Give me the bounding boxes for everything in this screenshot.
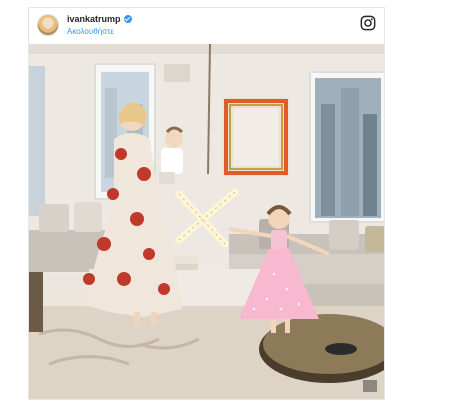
avatar[interactable] bbox=[37, 14, 59, 36]
username-row: ivankatrump bbox=[67, 14, 132, 24]
username-link[interactable]: ivankatrump bbox=[67, 14, 121, 24]
post-header: ivankatrump Ακολουθήστε bbox=[29, 8, 384, 44]
verified-badge-icon bbox=[123, 15, 132, 23]
instagram-icon[interactable] bbox=[360, 15, 376, 31]
photo-scene bbox=[29, 44, 384, 399]
instagram-post-card: ivankatrump Ακολουθήστε bbox=[28, 7, 385, 400]
post-photo[interactable] bbox=[29, 44, 384, 399]
follow-button[interactable]: Ακολουθήστε bbox=[67, 27, 114, 36]
